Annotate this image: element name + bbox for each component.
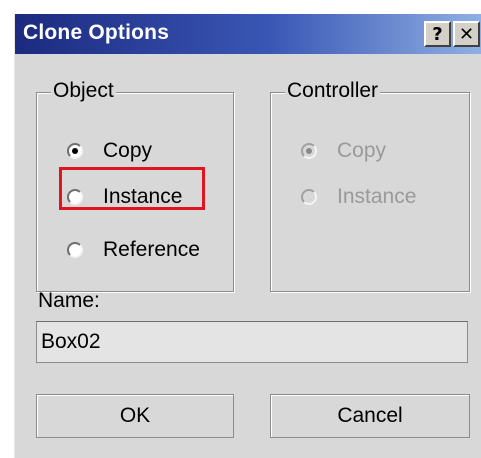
controller-instance-option: Instance bbox=[301, 185, 416, 209]
name-input[interactable] bbox=[36, 321, 468, 363]
close-button[interactable]: ✕ bbox=[453, 21, 480, 47]
window-title: Clone Options bbox=[23, 21, 170, 44]
object-group-label: Object bbox=[51, 79, 116, 103]
title-bar[interactable]: Clone Options ? ✕ bbox=[15, 14, 481, 54]
object-reference-radio[interactable] bbox=[67, 242, 83, 258]
close-icon: ✕ bbox=[458, 23, 475, 45]
object-reference-label: Reference bbox=[103, 238, 200, 261]
object-copy-radio[interactable] bbox=[67, 143, 83, 159]
ok-button[interactable]: OK bbox=[36, 394, 234, 438]
clone-options-dialog: Clone Options ? ✕ Object Copy Instance R… bbox=[14, 14, 481, 458]
radio-selected-dot bbox=[306, 148, 312, 154]
object-copy-option[interactable]: Copy bbox=[67, 139, 152, 163]
object-copy-label: Copy bbox=[103, 139, 153, 162]
help-icon: ? bbox=[432, 23, 443, 45]
controller-copy-option: Copy bbox=[301, 139, 386, 163]
object-reference-option[interactable]: Reference bbox=[67, 238, 200, 262]
radio-selected-dot bbox=[72, 148, 78, 154]
controller-copy-label: Copy bbox=[337, 139, 387, 162]
controller-group-label: Controller bbox=[285, 79, 381, 103]
controller-instance-radio bbox=[301, 189, 317, 205]
controller-instance-label: Instance bbox=[337, 185, 417, 208]
name-label: Name: bbox=[38, 289, 100, 312]
controller-group: Controller Copy Instance bbox=[270, 79, 470, 292]
help-button[interactable]: ? bbox=[424, 21, 451, 47]
controller-copy-radio bbox=[301, 143, 317, 159]
instance-highlight-box bbox=[59, 167, 205, 210]
cancel-button[interactable]: Cancel bbox=[270, 394, 470, 438]
